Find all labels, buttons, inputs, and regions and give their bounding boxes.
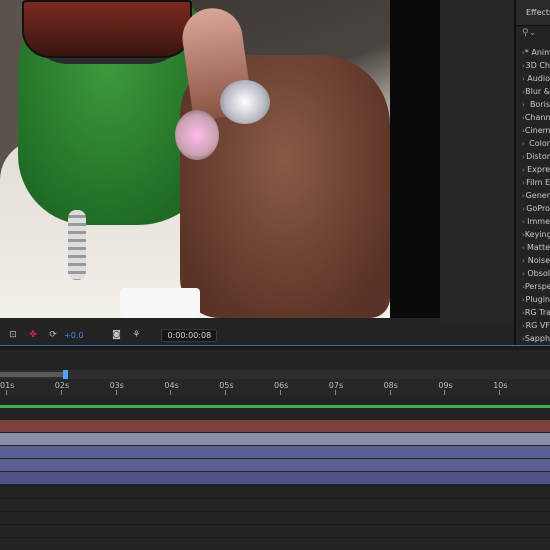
timeline-panel: 01s 02s 03s 04s 05s 06s 07s 08s 09s 10s [0,350,550,550]
pasteboard-dark-area [390,0,440,318]
effects-category-label: RG Tra [524,308,550,317]
effects-category-item[interactable]: › Plugin [516,293,550,306]
effects-category-label: Film E [526,178,550,187]
effects-category-label: RG VF [525,321,550,330]
exposure-reset-icon[interactable]: ⟳ [46,328,60,342]
search-icon: ⚲⌄ [522,28,537,38]
effects-category-item[interactable]: › Audio [516,72,550,85]
layer-track-area [0,395,550,550]
track-row [0,486,550,499]
effects-category-item[interactable]: › Color [516,137,550,150]
effects-category-label: Imme [527,217,550,226]
snapshot-icon[interactable]: ◙ [109,328,123,342]
layer-bar[interactable] [0,405,550,408]
effects-category-item[interactable]: › * Anim [516,46,550,59]
effects-category-label: Audio [527,74,550,83]
video-frame [0,0,390,318]
effects-category-item[interactable]: › Matte [516,241,550,254]
layer-bar[interactable] [0,420,550,432]
show-snapshot-icon[interactable]: ⚘ [129,328,143,342]
ruler-tick-label: 10s [493,381,508,390]
effects-category-label: Sapph [524,334,550,343]
effects-category-label: * Anim [524,48,550,57]
effects-category-item[interactable]: › RG VF [516,319,550,332]
after-effects-window: Effects ⚲⌄ ›* Anim›3D Ch›Audio›Blur &›Bo… [0,0,550,550]
effects-category-label: Color [529,139,550,148]
work-area-track[interactable] [0,370,550,379]
shirt-collar [120,288,200,318]
effects-category-label: Perspe [524,282,550,291]
effects-category-item[interactable]: › Keying [516,228,550,241]
effects-category-label: Cinem [524,126,550,135]
composition-viewer[interactable] [0,0,514,325]
chevron-right-icon: › [522,139,525,148]
track-row [0,525,550,538]
sunglasses [22,0,192,58]
ruler-tick-label: 05s [219,381,234,390]
ruler-tick-label: 01s [0,381,15,390]
channel-icon[interactable]: ✤ [26,328,40,342]
effects-category-item[interactable]: › Gener [516,189,550,202]
viewer-toolbar: ⊡ ✤ ⟳ +0.0 ◙ ⚘ 0:00:00:08 [0,325,514,345]
effects-category-label: Obsol [527,269,550,278]
exposure-value[interactable]: +0.0 [64,331,83,340]
ruler-tick-label: 09s [438,381,453,390]
layer-bar[interactable] [0,459,550,471]
effects-category-item[interactable]: › Distor [516,150,550,163]
playhead-handle[interactable] [63,370,68,379]
effects-category-label: Blur & [525,87,550,96]
region-of-interest-icon[interactable]: ⊡ [6,328,20,342]
work-area-bar[interactable] [0,372,67,377]
layer-bar[interactable] [0,446,550,458]
effects-category-item[interactable]: › Imme [516,215,550,228]
chevron-right-icon: › [522,100,525,109]
effects-category-item[interactable]: › Expre [516,163,550,176]
effects-category-item[interactable]: › Sapph [516,332,550,345]
ruler-tick-label: 02s [54,381,70,390]
layer-bar[interactable] [0,472,550,484]
effects-category-label: Boris [529,100,550,109]
effects-category-label: Plugin [525,295,550,304]
effects-category-label: Keying [524,230,550,239]
ruler-tick-label: 08s [383,381,398,390]
effects-presets-panel: Effects ⚲⌄ ›* Anim›3D Ch›Audio›Blur &›Bo… [514,0,550,345]
effects-category-label: Distor [526,152,550,161]
ruler-tick-label: 06s [274,381,289,390]
effects-category-label: Matte [527,243,550,252]
effects-category-item[interactable]: › Noise [516,254,550,267]
effects-category-item[interactable]: › GoPro [516,202,550,215]
time-ruler[interactable]: 01s 02s 03s 04s 05s 06s 07s 08s 09s 10s [0,379,550,395]
pink-ring [175,110,219,160]
effects-category-item[interactable]: › 3D Ch [516,59,550,72]
effects-category-item[interactable]: › Film E [516,176,550,189]
effects-category-item[interactable]: › Obsol [516,267,550,280]
effects-search-field[interactable]: ⚲⌄ [522,28,550,44]
viewer-pasteboard [440,0,514,325]
effects-category-item[interactable]: › Perspe [516,280,550,293]
diamond-ring [220,80,270,124]
effects-category-label: Noise [527,256,550,265]
effects-category-label: 3D Ch [525,61,550,70]
chain-necklace [68,210,86,280]
effects-panel-title[interactable]: Effects [516,0,550,26]
ruler-tick-label: 03s [109,381,124,390]
layer-bar[interactable] [0,433,550,445]
effects-category-item[interactable]: › Cinem [516,124,550,137]
effects-category-label: GoPro [526,204,550,213]
track-row [0,512,550,525]
ruler-tick-label: 07s [328,381,344,390]
effects-category-list: › * Anim › 3D Ch › Audio › Blur & › Boris › Chann › C… [516,46,550,345]
effects-category-label: Expre [527,165,550,174]
effects-category-item[interactable]: › Chann [516,111,550,124]
ruler-tick-label: 04s [164,381,179,390]
effects-category-item[interactable]: › Boris [516,98,550,111]
effects-category-label: Chann [524,113,550,122]
track-row [0,499,550,512]
effects-category-label: Gener [525,191,550,200]
effects-category-item[interactable]: › Blur & [516,85,550,98]
current-time-display[interactable]: 0:00:00:08 [161,328,218,342]
effects-category-item[interactable]: › RG Tra [516,306,550,319]
